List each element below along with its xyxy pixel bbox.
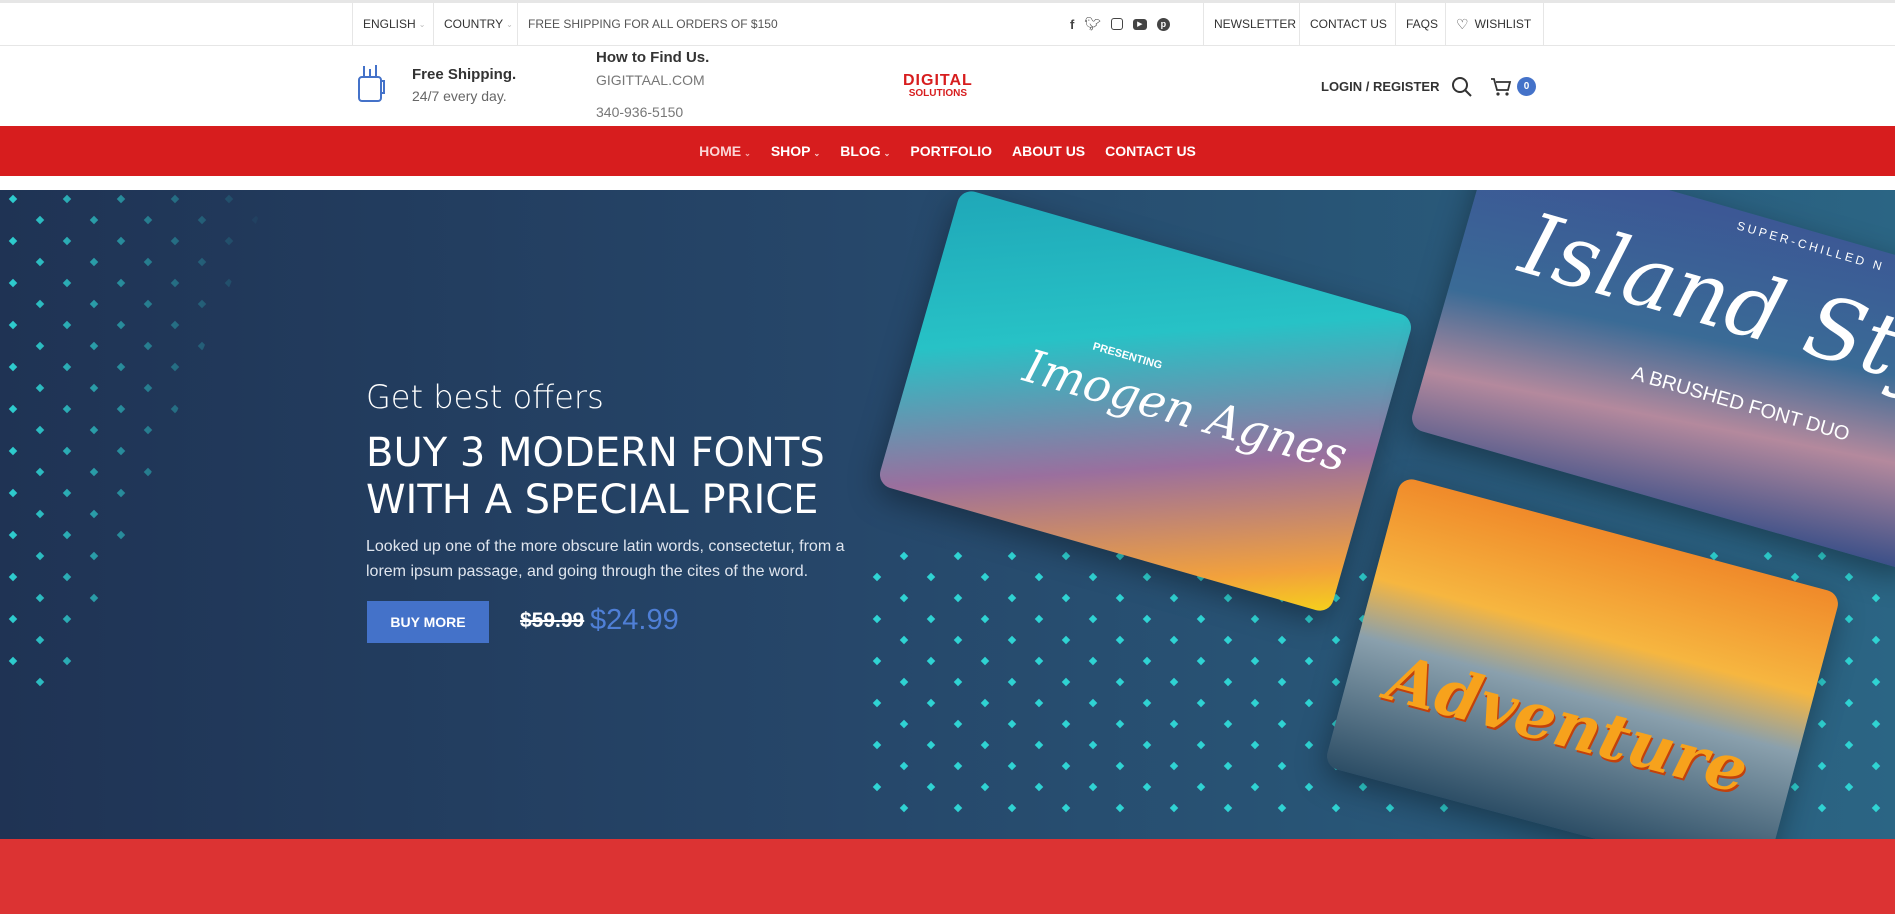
faqs-link[interactable]: FAQS [1395, 3, 1448, 45]
chevron-down-icon: ⌄ [506, 19, 513, 29]
cart-icon[interactable] [1490, 77, 1512, 97]
nav-blog[interactable]: BLOG ⌄ [840, 143, 890, 159]
instagram-icon[interactable] [1110, 18, 1123, 30]
cart-count-badge: 0 [1517, 77, 1536, 96]
hero-banner: Get best offers BUY 3 MODERN FONTS WITH … [0, 190, 1895, 839]
main-nav: HOME ⌄ SHOP ⌄ BLOG ⌄ PORTFOLIO ABOUT US CON… [0, 126, 1895, 176]
website-text: GIGITTAAL.COM [596, 72, 705, 88]
pencil-cup-icon [358, 65, 385, 102]
nav-about-us[interactable]: ABOUT US [1012, 143, 1085, 159]
top-bar: ENGLISH ⌄ COUNTRY ⌄ FREE SHIPPING FOR ALL … [0, 0, 1895, 46]
youtube-icon[interactable]: ▶ [1132, 18, 1147, 30]
logo-line-2: SOLUTIONS [908, 88, 968, 99]
wishlist-label: WISHLIST [1474, 17, 1532, 31]
login-register-link[interactable]: LOGIN / REGISTER [1321, 79, 1439, 94]
hero-title-line-2: WITH A SPECIAL PRICE [366, 477, 819, 523]
language-selector[interactable]: ENGLISH ⌄ [352, 3, 435, 45]
chevron-down-icon: ⌄ [418, 19, 426, 29]
phone-text: 340-936-5150 [596, 104, 684, 120]
bottom-red-section [0, 839, 1895, 914]
card-title: Adventure [1379, 641, 1756, 810]
old-price: $59.99 [520, 609, 585, 632]
wishlist-link[interactable]: ♡ WISHLIST [1445, 3, 1544, 45]
pinterest-icon[interactable]: p [1156, 17, 1170, 31]
hero-description: Looked up one of the more obscure latin … [366, 538, 845, 580]
search-icon[interactable] [1451, 76, 1473, 98]
chevron-down-icon: ⌄ [883, 149, 891, 158]
hero-subtitle: Get best offers [366, 378, 604, 416]
find-us-title: How to Find Us. [596, 49, 710, 66]
free-shipping-title: Free Shipping. [412, 66, 517, 83]
heart-icon: ♡ [1456, 15, 1469, 32]
facebook-icon[interactable]: f [1070, 17, 1074, 32]
nav-contact-us[interactable]: CONTACT US [1105, 143, 1196, 159]
new-price: $24.99 [590, 604, 679, 636]
chevron-down-icon: ⌄ [813, 149, 821, 158]
nav-shop[interactable]: SHOP ⌄ [771, 143, 820, 159]
newsletter-link[interactable]: NEWSLETTER [1203, 3, 1306, 45]
nav-portfolio[interactable]: PORTFOLIO [910, 143, 992, 159]
site-logo[interactable]: DIGITAL SOLUTIONS [903, 73, 973, 99]
country-label: COUNTRY [444, 17, 504, 31]
chevron-down-icon: ⌄ [744, 149, 751, 158]
header: Free Shipping. 24/7 every day. How to Fi… [0, 46, 1895, 126]
card-title: Imogen Agnes [1017, 338, 1354, 483]
language-label: ENGLISH [363, 17, 416, 31]
twitter-icon[interactable]: 🐦︎ [1084, 16, 1101, 32]
social-links: f 🐦︎ ▶ p [1070, 3, 1170, 45]
country-selector[interactable]: COUNTRY ⌄ [433, 3, 523, 45]
free-shipping-subtitle: 24/7 every day. [412, 88, 507, 104]
logo-line-1: DIGITAL [903, 72, 973, 89]
promo-text: FREE SHIPPING FOR ALL ORDERS OF $150 [517, 3, 788, 45]
buy-more-button[interactable]: BUY MORE [367, 601, 489, 643]
hero-title-line-1: BUY 3 MODERN FONTS [366, 430, 825, 476]
contact-us-link[interactable]: CONTACT US [1299, 3, 1397, 45]
nav-home[interactable]: HOME ⌄ [699, 143, 751, 159]
hero-title: BUY 3 MODERN FONTS WITH A SPECIAL PRICE [366, 430, 825, 524]
